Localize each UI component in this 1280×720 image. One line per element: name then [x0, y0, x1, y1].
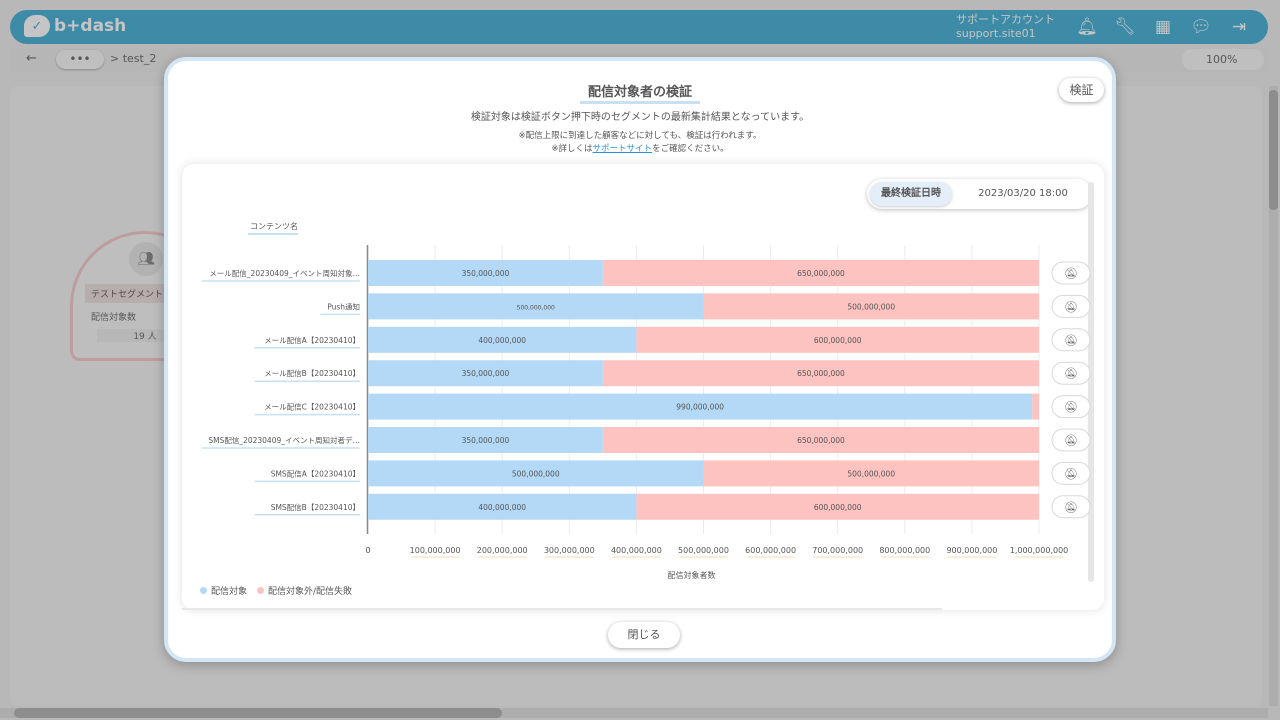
note-suffix: をご確認ください。 — [652, 144, 729, 154]
category-axis-title: コンテンツ名 — [250, 221, 298, 231]
legend-swatch-excluded — [257, 587, 265, 594]
category-label: SMS配信_20230409_イベント周知対者デ… — [208, 435, 360, 445]
notification-off-icon: 🔕︎ — [1064, 300, 1078, 313]
verify-button[interactable]: 検証 — [1059, 78, 1104, 102]
category-label: SMS配信B【20230410】 — [271, 502, 360, 512]
notification-off-icon: 🔕︎ — [1064, 401, 1078, 414]
bar-value-label: 350,000,000 — [462, 436, 510, 445]
bar-value-label: 650,000,000 — [797, 436, 845, 445]
stacked-bar-chart: コンテンツ名メール配信_20230409_イベント周知対象… 350,000,00… — [202, 221, 1091, 579]
x-tick-label: 300,000,000 — [544, 546, 595, 555]
x-tick-label: 900,000,000 — [946, 546, 997, 555]
legend-item-excluded[interactable]: 配信対象外/配信失敗 — [257, 584, 352, 597]
notification-off-icon: 🔕︎ — [1064, 434, 1078, 447]
category-label: メール配信A【20230410】 — [264, 335, 360, 345]
bar-value-label: 500,000,000 — [847, 469, 895, 478]
bar-value-label: 990,000,000 — [676, 403, 724, 412]
bar-value-label: 500,000,000 — [847, 302, 895, 311]
modal-note-limit: ※配信上限に到達した顧客などに対しても、検証は行われます。 — [518, 131, 762, 141]
panel-divider — [182, 608, 942, 610]
last-verified-box: 最終検証日時 2023/03/20 18:00 — [867, 179, 1092, 209]
category-label: メール配信B【20230410】 — [264, 368, 360, 378]
bar-value-label: 600,000,000 — [814, 503, 862, 512]
modal-title-text: 配信対象者の検証 — [579, 85, 700, 104]
verification-modal: 配信対象者の検証 検証 検証対象は検証ボタン押下時のセグメントの最新集計結果とな… — [164, 57, 1116, 662]
chart-legend: 配信対象 配信対象外/配信失敗 — [200, 584, 352, 597]
modal-note-support: ※詳しくはサポートサイトをご確認ください。 — [168, 142, 1112, 154]
x-tick-label: 800,000,000 — [879, 546, 930, 555]
close-button[interactable]: 閉じる — [608, 622, 680, 648]
last-verified-label: 最終検証日時 — [870, 182, 952, 206]
category-label: Push通知 — [327, 301, 360, 311]
bar-value-label: 650,000,000 — [797, 369, 845, 378]
bar-value-label: 350,000,000 — [462, 269, 510, 278]
bar-value-label: 650,000,000 — [797, 269, 845, 278]
x-tick-label: 100,000,000 — [410, 546, 461, 555]
category-label: メール配信C【20230410】 — [264, 402, 360, 412]
chart-panel: 最終検証日時 2023/03/20 18:00 コンテンツ名メール配信_2023… — [182, 164, 1104, 610]
bar-value-label: 600,000,000 — [814, 336, 862, 345]
support-site-link[interactable]: サポートサイト — [593, 144, 653, 154]
note-prefix: ※詳しくは — [551, 144, 593, 154]
category-label: SMS配信A【20230410】 — [271, 468, 360, 478]
x-tick-label: 0 — [365, 546, 370, 555]
x-tick-label: 1,000,000,000 — [1010, 546, 1069, 555]
bar-value-label: 400,000,000 — [478, 336, 526, 345]
notification-off-icon: 🔕︎ — [1064, 267, 1078, 280]
x-tick-label: 400,000,000 — [611, 546, 662, 555]
notification-off-icon: 🔕︎ — [1064, 501, 1078, 514]
value-axis-title: 配信対象者数 — [668, 570, 716, 579]
bar-value-label: 500,000,000 — [517, 304, 555, 311]
modal-title: 配信対象者の検証 — [168, 81, 1112, 104]
notification-off-icon: 🔕︎ — [1064, 334, 1078, 347]
bar-segment-excluded — [1032, 393, 1039, 420]
notification-off-icon: 🔕︎ — [1064, 467, 1078, 480]
legend-label-target: 配信対象 — [211, 587, 248, 597]
modal-description: 検証対象は検証ボタン押下時のセグメントの最新集計結果となっています。 — [470, 112, 810, 123]
x-tick-label: 200,000,000 — [477, 546, 528, 555]
x-tick-label: 600,000,000 — [745, 546, 796, 555]
bar-value-label: 400,000,000 — [478, 503, 526, 512]
last-verified-value: 2023/03/20 18:00 — [978, 188, 1068, 199]
category-label: メール配信_20230409_イベント周知対象… — [209, 268, 360, 278]
bar-value-label: 500,000,000 — [512, 469, 560, 478]
notification-off-icon: 🔕︎ — [1064, 367, 1078, 380]
bar-value-label: 350,000,000 — [462, 369, 510, 378]
legend-item-target[interactable]: 配信対象 — [200, 584, 247, 597]
legend-label-excluded: 配信対象外/配信失敗 — [268, 587, 353, 597]
x-tick-label: 500,000,000 — [678, 546, 729, 555]
legend-swatch-target — [200, 587, 207, 594]
x-tick-label: 700,000,000 — [812, 546, 863, 555]
